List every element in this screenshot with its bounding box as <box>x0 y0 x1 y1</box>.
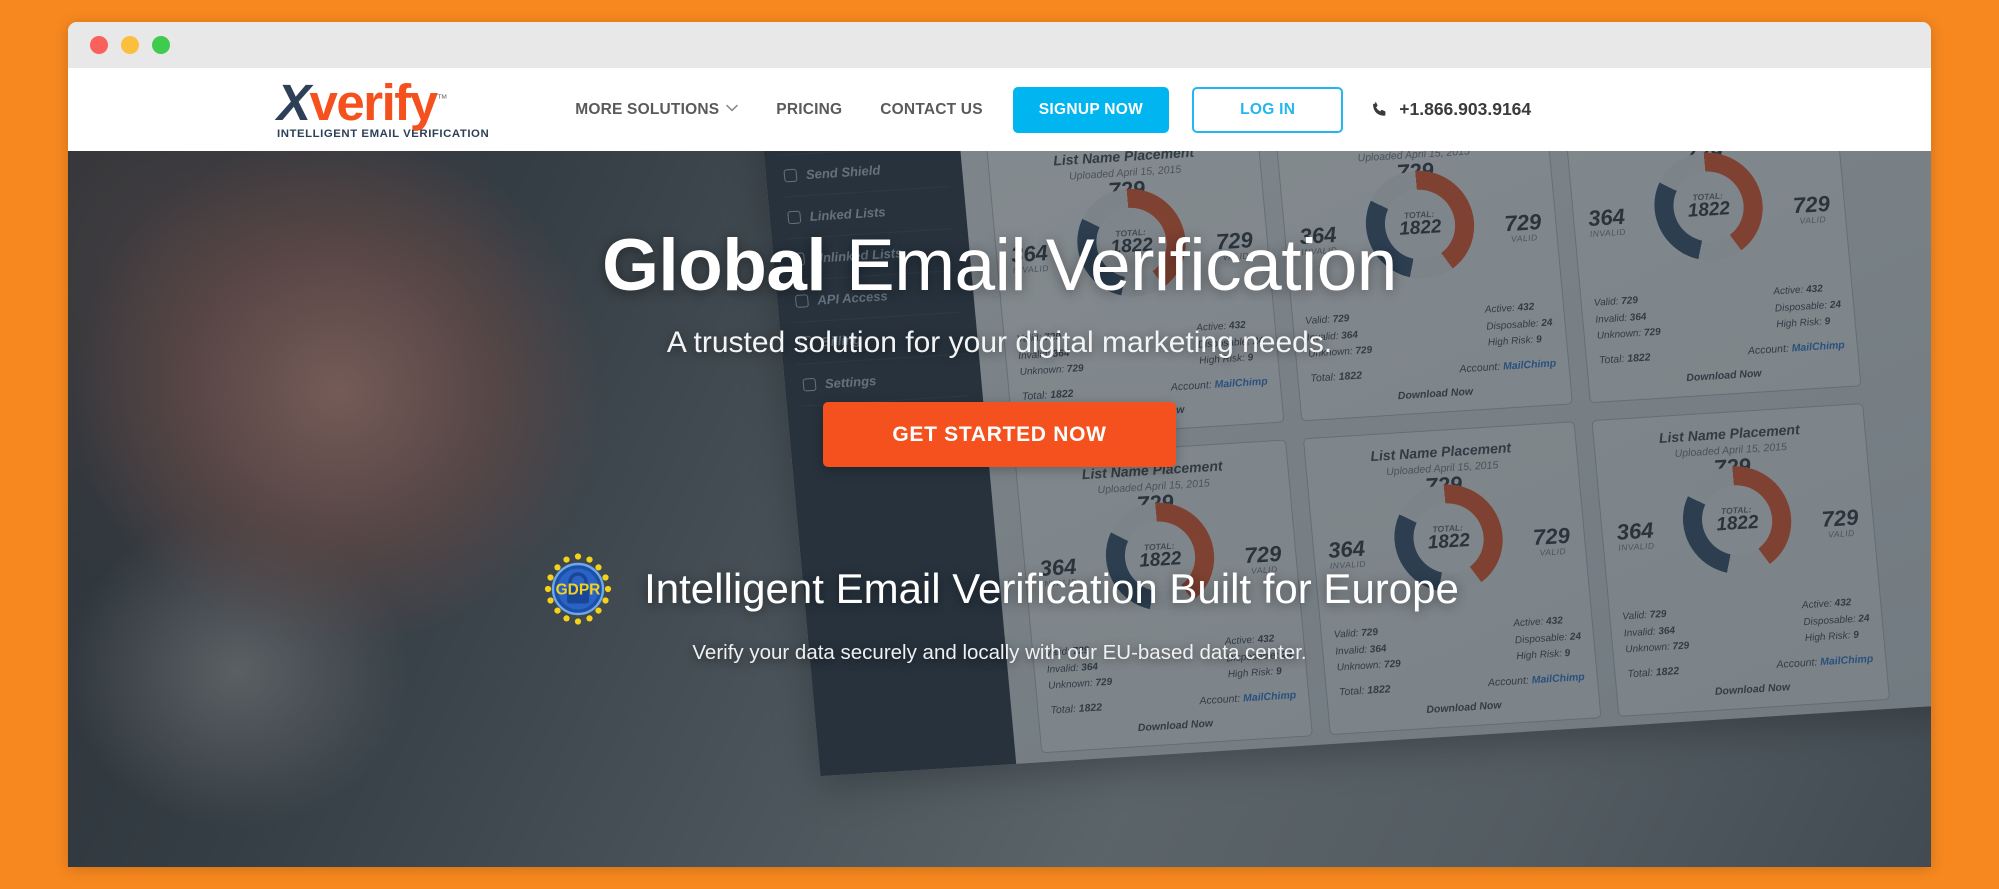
browser-window-mock: Xverify™ INTELLIGENT EMAIL VERIFICATION … <box>68 22 1931 867</box>
chevron-down-icon <box>726 104 739 115</box>
hero-subheading: A trusted solution for your digital mark… <box>666 326 1333 360</box>
nav-item-more-solutions-label: MORE SOLUTIONS <box>575 100 720 118</box>
phone-number-text: +1.866.903.9164 <box>1399 99 1532 119</box>
logo-x-letter: X <box>277 74 311 132</box>
logo-wordmark: Xverify™ <box>277 77 448 128</box>
page-title: Global Email Verification <box>68 227 1931 304</box>
nav-item-contact-us[interactable]: CONTACT US <box>880 101 982 119</box>
browser-titlebar <box>68 22 1931 68</box>
site-header: Xverify™ INTELLIGENT EMAIL VERIFICATION … <box>68 68 1931 151</box>
maximize-icon[interactable] <box>152 36 170 54</box>
nav-item-pricing[interactable]: PRICING <box>776 101 842 119</box>
main-navigation: MORE SOLUTIONS PRICING CONTACT US <box>575 101 983 119</box>
logo-verify-text: verify <box>309 74 439 132</box>
gdpr-promo-row: GDPR Intelligent Email Verification Buil… <box>68 551 1931 627</box>
hero-heading-strong: Global <box>602 225 827 306</box>
signup-now-button[interactable]: SIGNUP NOW <box>1012 86 1170 133</box>
phone-icon <box>1370 100 1389 119</box>
nav-item-more-solutions[interactable]: MORE SOLUTIONS <box>575 100 739 119</box>
get-started-now-button[interactable]: GET STARTED NOW <box>823 402 1176 468</box>
phone-number-link[interactable]: +1.866.903.9164 <box>1370 99 1531 120</box>
hero-section: My Account Send Shield Linked Lists Unli… <box>68 151 1931 867</box>
page-root: Xverify™ INTELLIGENT EMAIL VERIFICATION … <box>0 0 1999 889</box>
logo-trademark: ™ <box>436 93 448 106</box>
log-in-button[interactable]: LOG IN <box>1192 86 1344 133</box>
gdpr-paragraph: Verify your data securely and locally wi… <box>692 641 1307 665</box>
hero-content: Global Email Verification A trusted solu… <box>68 151 1931 867</box>
gdpr-heading: Intelligent Email Verification Built for… <box>644 565 1459 613</box>
close-icon[interactable] <box>90 36 108 54</box>
gdpr-text-block: Intelligent Email Verification Built for… <box>644 566 1459 612</box>
xverify-logo[interactable]: Xverify™ INTELLIGENT EMAIL VERIFICATION <box>277 77 489 140</box>
hero-heading-light: Email Verification <box>826 225 1397 306</box>
gdpr-badge-text: GDPR <box>556 582 601 599</box>
gdpr-lock-shield-icon: GDPR <box>540 551 616 627</box>
minimize-icon[interactable] <box>121 36 139 54</box>
